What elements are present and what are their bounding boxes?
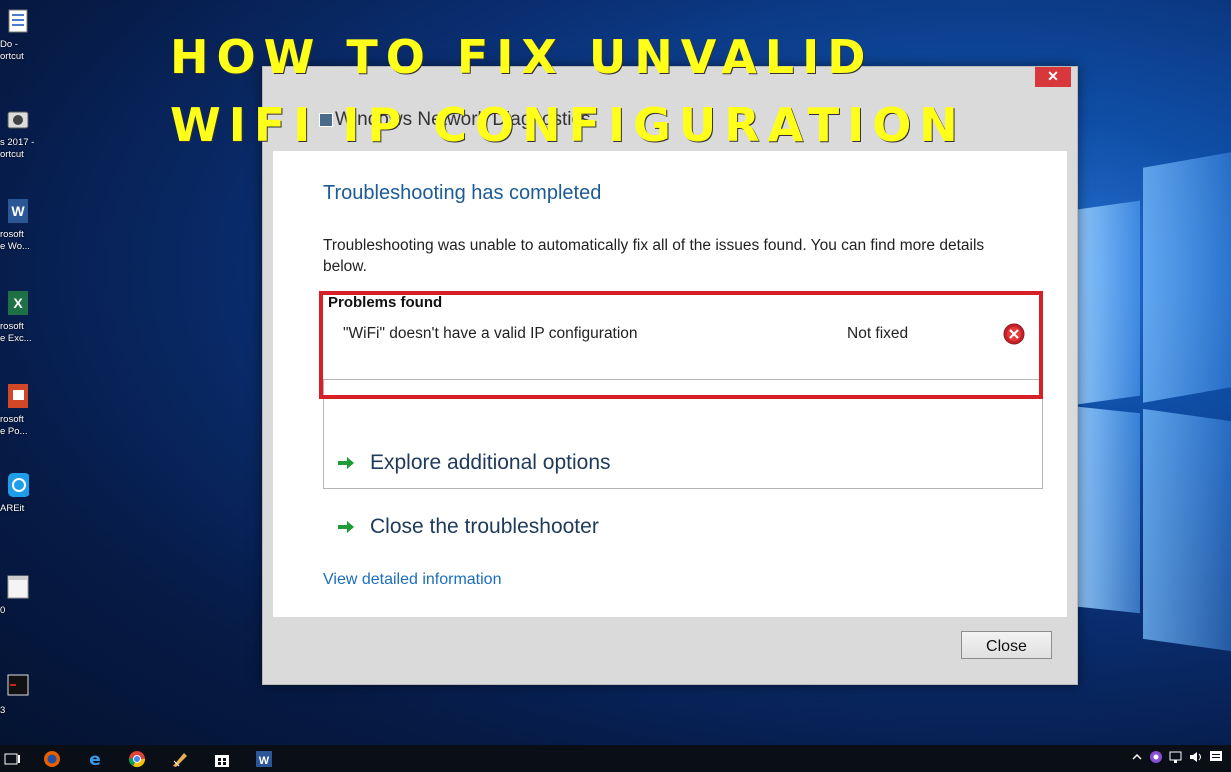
app-icon xyxy=(7,674,29,696)
volume-icon[interactable] xyxy=(1189,750,1203,764)
explore-options-link[interactable]: Explore additional options xyxy=(336,451,611,475)
word-icon[interactable]: W xyxy=(254,749,274,769)
desktop-icon-2017[interactable]: s 2017 - ortcut xyxy=(0,106,36,161)
view-detailed-information-link[interactable]: View detailed information xyxy=(323,571,501,589)
network-diagnostics-window: ✕ Windows Network Diagnostics Troublesho… xyxy=(262,66,1078,685)
desktop-icon-label: rosoft xyxy=(0,414,24,425)
desktop-icon-powerpoint[interactable]: rosoft e Po... xyxy=(0,383,36,438)
desktop-icon-label: ortcut xyxy=(0,149,24,160)
video-title-line2: WIFI IP CONFIGURATION xyxy=(170,98,966,152)
desktop-icon-label: 0 xyxy=(0,605,6,616)
close-troubleshooter-link[interactable]: Close the troubleshooter xyxy=(336,515,599,539)
desktop-icon-label: rosoft xyxy=(0,229,24,240)
content-panel: Troubleshooting has completed Troublesho… xyxy=(273,151,1067,617)
wallpaper-beam xyxy=(1078,200,1140,405)
desktop-icon-excel[interactable]: X rosoft e Exc... xyxy=(0,290,36,345)
error-icon xyxy=(1003,323,1025,345)
firefox-icon[interactable] xyxy=(42,749,62,769)
wallpaper-beam xyxy=(1078,406,1140,614)
page-heading: Troubleshooting has completed xyxy=(323,182,602,204)
desktop-icon-label: s 2017 - xyxy=(0,137,35,148)
desktop-icon-label: e Wo... xyxy=(0,241,30,252)
word-icon: W xyxy=(8,199,28,223)
todo-icon xyxy=(8,9,28,33)
edge-icon[interactable]: e xyxy=(85,749,105,769)
system-tray xyxy=(1131,750,1223,764)
desktop-icon-todo[interactable]: Do - ortcut xyxy=(0,8,36,63)
wallpaper-beam xyxy=(1143,408,1231,652)
problem-status: Not fixed xyxy=(847,325,909,342)
camera-icon xyxy=(7,111,29,129)
chevron-up-icon[interactable] xyxy=(1131,750,1143,764)
desktop-icon-label: e Exc... xyxy=(0,333,32,344)
svg-text:W: W xyxy=(11,203,25,219)
desktop-icon-folder[interactable]: 0 xyxy=(0,574,36,617)
task-view-icon[interactable] xyxy=(2,749,22,769)
network-icon[interactable] xyxy=(1169,750,1183,764)
folder-icon xyxy=(7,575,29,599)
desktop-icon-label: Do - xyxy=(0,39,18,50)
green-arrow-icon xyxy=(338,521,354,533)
desktop-icon-app[interactable]: 3 xyxy=(0,674,36,717)
desktop-icon-label: ortcut xyxy=(0,51,24,62)
video-title-line1: HOW TO FIX UNVALID xyxy=(170,30,874,84)
desktop-icon-word[interactable]: W rosoft e Wo... xyxy=(0,198,36,253)
chrome-icon[interactable] xyxy=(127,749,147,769)
wallpaper-beam xyxy=(1143,152,1231,403)
desktop-icon-label: 3 xyxy=(0,705,6,716)
svg-text:W: W xyxy=(259,755,270,767)
store-icon[interactable] xyxy=(212,749,232,769)
pen-tool-icon[interactable] xyxy=(170,749,190,769)
problem-description: "WiFi" doesn't have a valid IP configura… xyxy=(343,325,638,342)
problems-title: Problems found xyxy=(328,294,443,311)
desktop-icon-shareit[interactable]: AREit xyxy=(0,472,36,515)
desktop-icon-label: e Po... xyxy=(0,426,28,437)
excel-icon: X xyxy=(8,291,28,315)
notification-icon[interactable] xyxy=(1209,750,1223,764)
taskbar: e W xyxy=(0,745,1231,772)
shield-icon[interactable] xyxy=(1149,750,1163,764)
close-button[interactable]: Close xyxy=(961,631,1052,659)
window-close-button[interactable]: ✕ xyxy=(1035,67,1071,87)
desktop-icon-label: rosoft xyxy=(0,321,24,332)
page-description: Troubleshooting was unable to automatica… xyxy=(323,237,985,275)
option-label: Explore additional options xyxy=(370,451,611,474)
shareit-icon xyxy=(8,473,30,497)
option-label: Close the troubleshooter xyxy=(370,515,599,538)
powerpoint-icon xyxy=(8,384,28,408)
svg-text:X: X xyxy=(13,295,23,311)
desktop-icon-label: AREit xyxy=(0,503,25,514)
green-arrow-icon xyxy=(338,457,354,469)
svg-text:e: e xyxy=(89,750,101,769)
